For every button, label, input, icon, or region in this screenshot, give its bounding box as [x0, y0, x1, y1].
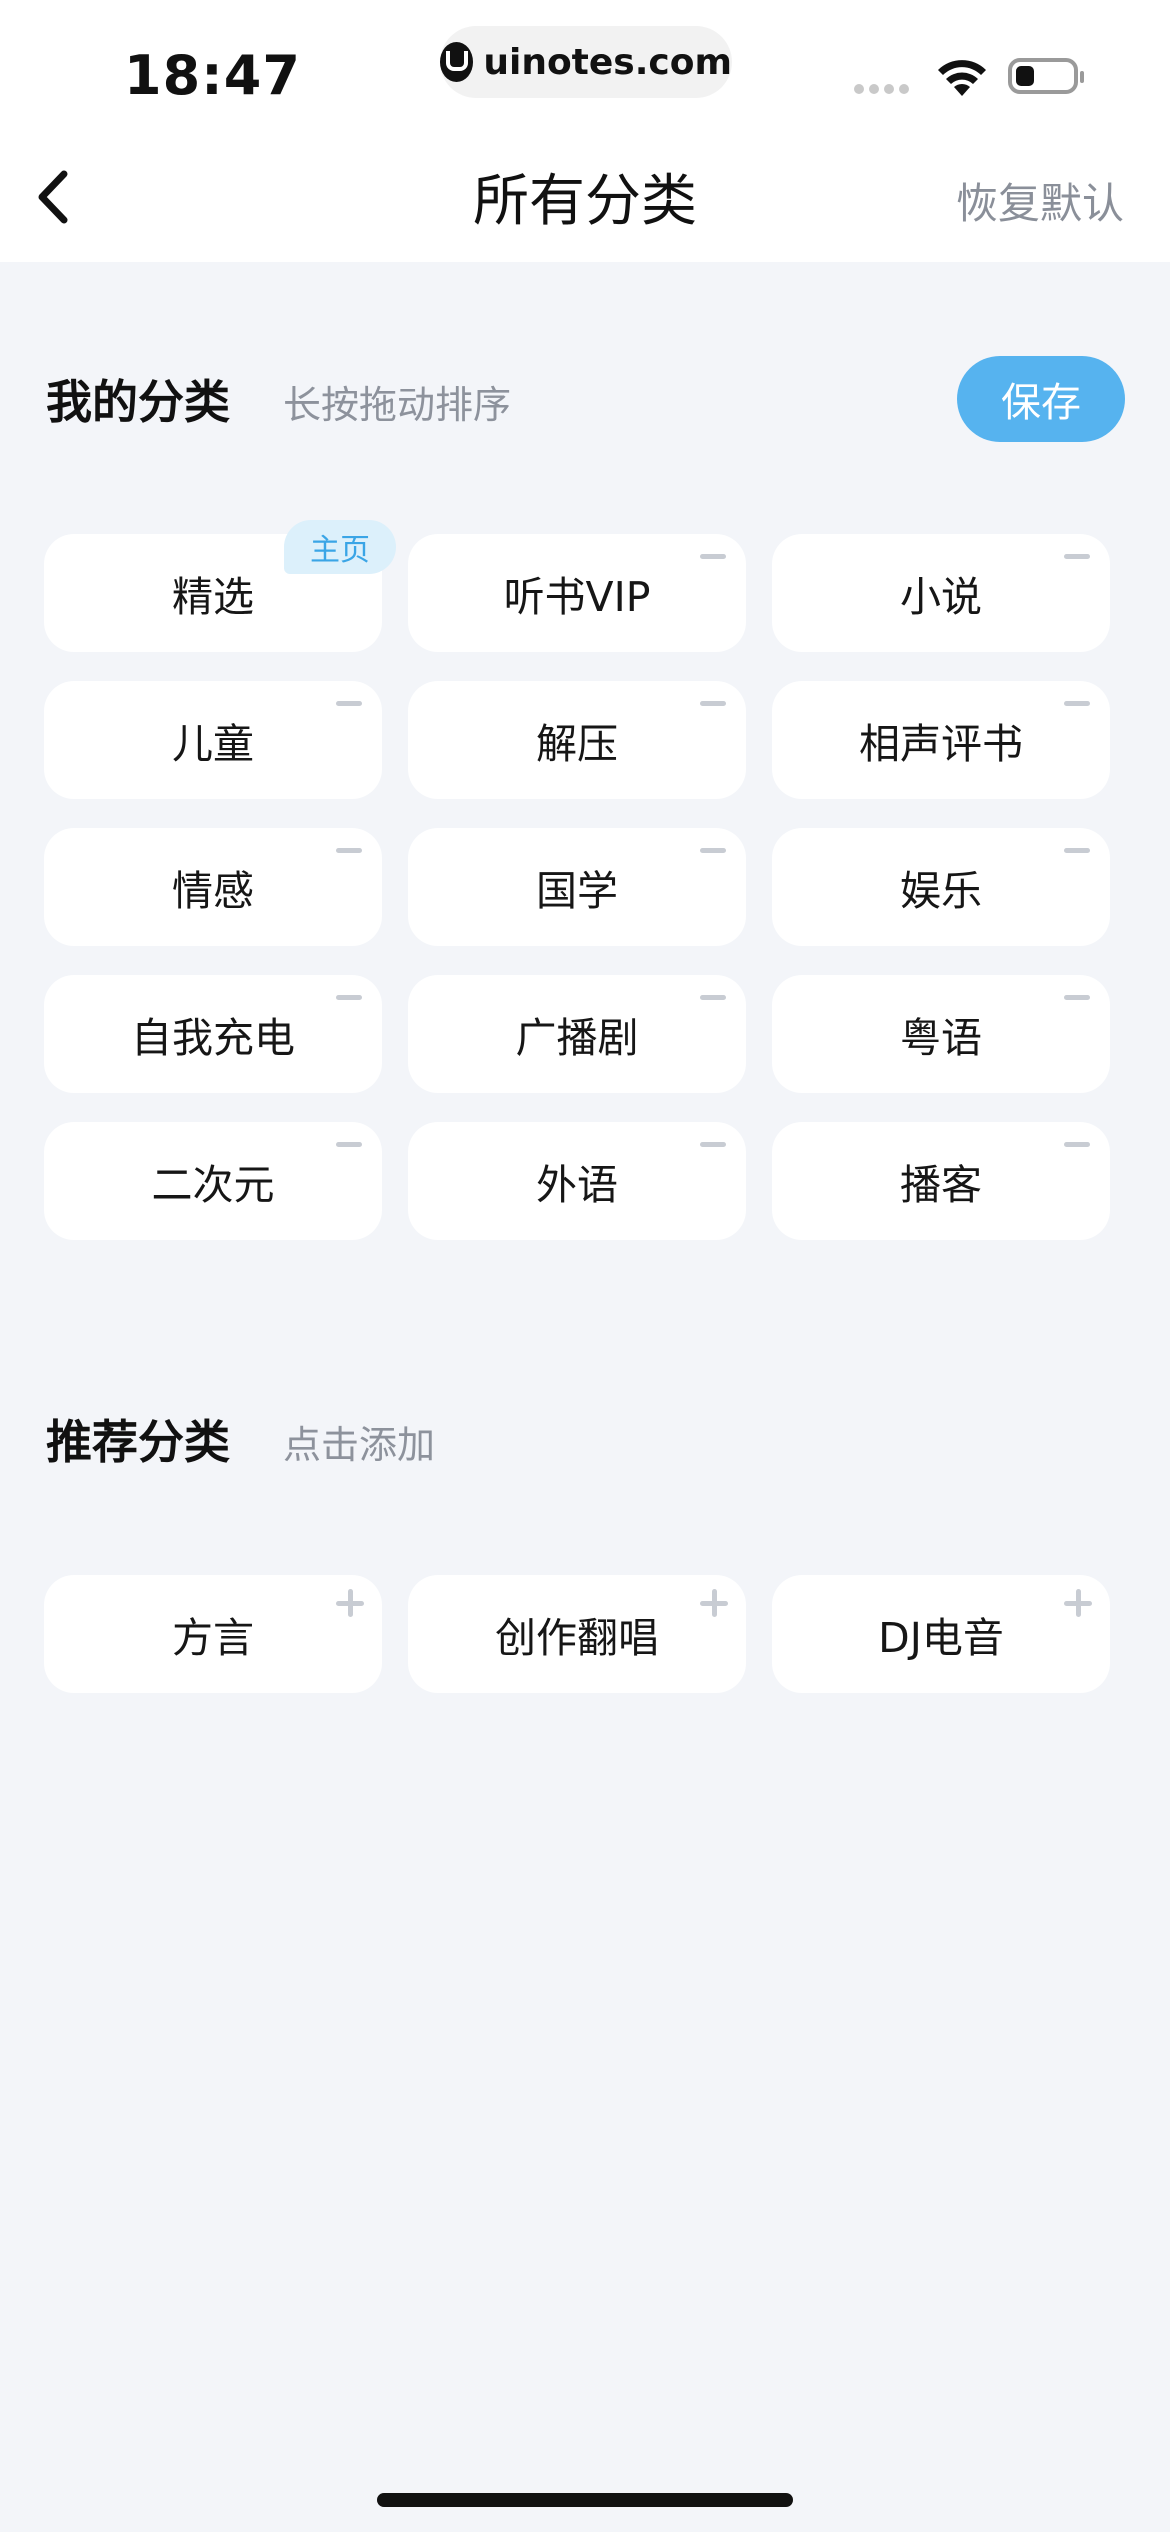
remove-minus-icon[interactable] [336, 701, 362, 706]
tap-add-hint: 点击添加 [283, 1423, 436, 1467]
remove-minus-icon[interactable] [336, 995, 362, 1000]
category-tile[interactable]: 精选 主页 [44, 520, 396, 652]
recommended-title: 推荐分类 [46, 1415, 230, 1469]
add-plus-icon[interactable] [1064, 1589, 1092, 1617]
status-time: 18:47 [124, 44, 301, 107]
category-label: 方言 [172, 1614, 254, 1662]
my-categories-grid: 精选 主页 听书VIP 小说 儿童 解压 相声评书 情感 国学 娱乐 自我充电 … [44, 520, 1110, 1240]
remove-minus-icon[interactable] [700, 995, 726, 1000]
category-label: DJ电音 [878, 1614, 1004, 1662]
recommended-tile[interactable]: DJ电音 [772, 1575, 1110, 1693]
category-tile[interactable]: 娱乐 [772, 828, 1110, 946]
remove-minus-icon[interactable] [1064, 848, 1090, 853]
remove-minus-icon[interactable] [700, 848, 726, 853]
category-label: 粤语 [900, 1014, 982, 1062]
category-tile[interactable]: 解压 [408, 681, 746, 799]
drag-sort-hint: 长按拖动排序 [283, 383, 512, 427]
category-tile[interactable]: 自我充电 [44, 975, 382, 1093]
category-label: 相声评书 [859, 720, 1023, 768]
recommended-tile[interactable]: 创作翻唱 [408, 1575, 746, 1693]
category-label: 二次元 [151, 1161, 275, 1209]
category-tile[interactable]: 粤语 [772, 975, 1110, 1093]
remove-minus-icon[interactable] [336, 848, 362, 853]
category-label: 播客 [900, 1161, 982, 1209]
cellular-signal-icon [854, 84, 909, 94]
site-logo-icon [440, 42, 474, 82]
home-indicator[interactable] [377, 2493, 793, 2507]
category-tile[interactable]: 播客 [772, 1122, 1110, 1240]
url-pill[interactable]: uinotes.com [440, 26, 732, 98]
save-button[interactable]: 保存 [957, 356, 1125, 442]
category-tile[interactable]: 情感 [44, 828, 382, 946]
category-tile[interactable]: 儿童 [44, 681, 382, 799]
category-label: 儿童 [172, 720, 254, 768]
remove-minus-icon[interactable] [1064, 1142, 1090, 1147]
recommended-grid: 方言 创作翻唱 DJ电音 [44, 1575, 1110, 1693]
remove-minus-icon[interactable] [700, 701, 726, 706]
category-label: 自我充电 [131, 1014, 295, 1062]
add-plus-icon[interactable] [700, 1589, 728, 1617]
remove-minus-icon[interactable] [700, 554, 726, 559]
category-label: 外语 [536, 1161, 618, 1209]
category-label: 娱乐 [900, 867, 982, 915]
category-label: 精选 [172, 573, 254, 621]
category-label: 广播剧 [515, 1014, 639, 1062]
battery-icon [1008, 58, 1084, 94]
remove-minus-icon[interactable] [700, 1142, 726, 1147]
category-label: 创作翻唱 [495, 1614, 659, 1662]
category-tile[interactable]: 国学 [408, 828, 746, 946]
category-tile[interactable]: 相声评书 [772, 681, 1110, 799]
category-tile[interactable]: 小说 [772, 534, 1110, 652]
url-text: uinotes.com [483, 41, 732, 83]
category-tile[interactable]: 外语 [408, 1122, 746, 1240]
category-tile[interactable]: 听书VIP [408, 534, 746, 652]
remove-minus-icon[interactable] [1064, 701, 1090, 706]
remove-minus-icon[interactable] [336, 1142, 362, 1147]
add-plus-icon[interactable] [336, 1589, 364, 1617]
category-tile[interactable]: 二次元 [44, 1122, 382, 1240]
remove-minus-icon[interactable] [1064, 995, 1090, 1000]
reset-default-button[interactable]: 恢复默认 [956, 170, 1124, 231]
category-label: 解压 [536, 720, 618, 768]
category-label: 情感 [172, 867, 254, 915]
my-categories-title: 我的分类 [46, 375, 230, 429]
category-label: 国学 [536, 867, 618, 915]
home-badge: 主页 [284, 520, 396, 574]
wifi-icon [938, 60, 986, 96]
recommended-tile[interactable]: 方言 [44, 1575, 382, 1693]
category-tile[interactable]: 广播剧 [408, 975, 746, 1093]
category-label: 听书VIP [503, 573, 651, 621]
remove-minus-icon[interactable] [1064, 554, 1090, 559]
category-label: 小说 [900, 573, 982, 621]
